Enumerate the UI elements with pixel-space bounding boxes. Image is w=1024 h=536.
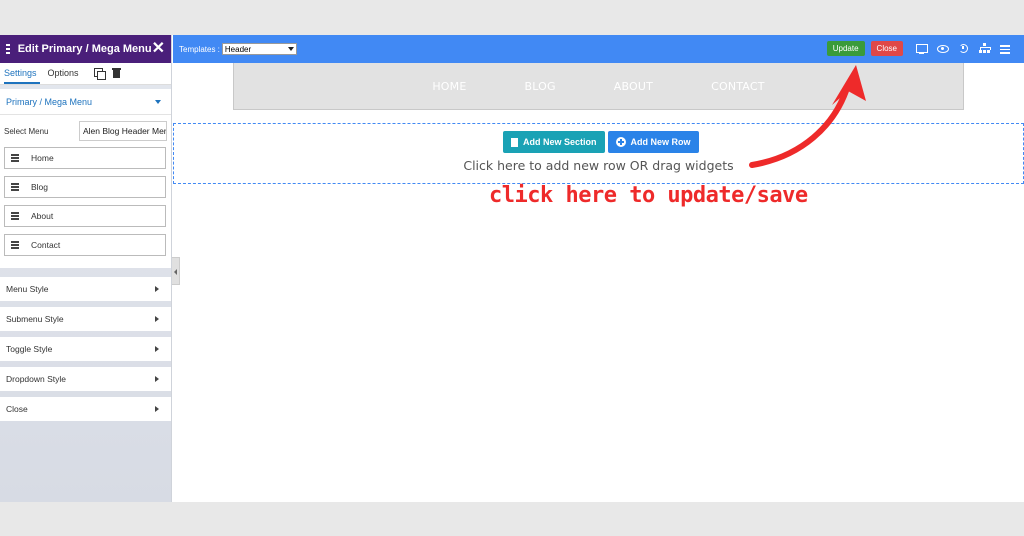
accordion-label: Submenu Style	[6, 314, 64, 324]
close-icon[interactable]: ✕	[152, 41, 165, 57]
caret-right-icon	[155, 316, 159, 322]
menu-item-label: About	[31, 211, 54, 221]
add-new-section-label: Add New Section	[523, 137, 597, 147]
update-button[interactable]: Update	[826, 41, 865, 56]
history-icon[interactable]	[958, 43, 969, 54]
annotation-arrow-icon	[749, 65, 866, 168]
menu-item-label: Blog	[31, 182, 49, 192]
accordion-toggle-style[interactable]: Toggle Style	[0, 337, 171, 361]
accordion-label: Toggle Style	[6, 344, 53, 354]
menu-item-about[interactable]: About	[4, 205, 166, 227]
templates-select[interactable]: Header	[221, 43, 297, 55]
add-new-row-label: Add New Row	[630, 137, 691, 147]
annotation-text: click here to update/save	[489, 183, 808, 208]
accordion-dropdown-style[interactable]: Dropdown Style	[0, 367, 171, 391]
collapse-sidebar-handle[interactable]	[172, 257, 180, 285]
drag-handle-icon[interactable]	[11, 211, 19, 222]
sidebar-body: Primary / Mega Menu Select Menu Alen Blo…	[0, 89, 171, 268]
add-new-row-button[interactable]: Add New Row	[607, 131, 699, 153]
caret-right-icon	[155, 286, 159, 292]
accordion-label: Close	[6, 404, 28, 414]
caret-right-icon	[155, 376, 159, 382]
nav-link-about[interactable]: ABOUT	[614, 80, 653, 93]
eye-icon[interactable]	[937, 43, 949, 54]
section-title: Primary / Mega Menu	[6, 96, 93, 107]
editor-frame: Edit Primary / Mega Menu ✕ Settings Opti…	[0, 35, 1024, 502]
tab-settings[interactable]: Settings	[4, 68, 40, 84]
plus-icon	[615, 137, 626, 147]
caret-right-icon	[155, 346, 159, 352]
select-menu-row: Select Menu Alen Blog Header Menu	[0, 115, 171, 147]
sidebar-title: Edit Primary / Mega Menu	[17, 43, 152, 55]
accordion-close[interactable]: Close	[0, 397, 171, 421]
toolbar-actions: Update Close	[826, 41, 1016, 56]
select-menu-dropdown[interactable]: Alen Blog Header Menu	[79, 121, 167, 141]
menu-icon[interactable]	[1000, 43, 1011, 54]
dropzone-hint: Click here to add new row OR drag widget…	[463, 158, 734, 173]
caret-down-icon	[155, 99, 161, 104]
drag-handle-icon[interactable]	[11, 182, 19, 193]
document-icon	[511, 137, 518, 147]
templates-label: Templates :	[179, 44, 220, 54]
accordion-submenu-style[interactable]: Submenu Style	[0, 307, 171, 331]
menu-item-label: Home	[31, 153, 54, 163]
caret-right-icon	[155, 406, 159, 412]
select-menu-label: Select Menu	[4, 126, 49, 136]
menu-item-contact[interactable]: Contact	[4, 234, 166, 256]
sidebar-tabs: Settings Options	[0, 63, 171, 85]
templates-select-value: Header	[224, 44, 252, 54]
dropzone-buttons: Add New Section Add New Row	[503, 131, 702, 153]
trash-icon[interactable]	[111, 68, 122, 78]
hamburger-icon[interactable]	[6, 42, 10, 56]
close-button[interactable]: Close	[870, 41, 903, 56]
menu-item-home[interactable]: Home	[4, 147, 166, 169]
tab-options[interactable]: Options	[48, 68, 82, 84]
menu-item-blog[interactable]: Blog	[4, 176, 166, 198]
sitemap-icon[interactable]	[979, 43, 991, 54]
accordion-label: Menu Style	[6, 284, 49, 294]
chevron-down-icon	[287, 47, 294, 51]
nav-link-home[interactable]: HOME	[432, 80, 466, 93]
sidebar: Edit Primary / Mega Menu ✕ Settings Opti…	[0, 35, 172, 502]
copy-icon[interactable]	[93, 68, 106, 80]
section-header[interactable]: Primary / Mega Menu	[0, 89, 171, 115]
sidebar-header: Edit Primary / Mega Menu ✕	[0, 35, 171, 63]
accordion-menu-style[interactable]: Menu Style	[0, 277, 171, 301]
menu-item-label: Contact	[31, 240, 61, 250]
nav-link-blog[interactable]: BLOG	[525, 80, 556, 93]
drop-zone[interactable]: Add New Section Add New Row Click here t…	[173, 123, 1024, 184]
drag-handle-icon[interactable]	[11, 240, 19, 251]
monitor-icon[interactable]	[916, 43, 928, 54]
top-toolbar: Templates : Header Update Close	[173, 35, 1024, 63]
drag-handle-icon[interactable]	[11, 153, 19, 164]
menu-items-list: Home Blog About Contact	[0, 147, 171, 268]
accordion-label: Dropdown Style	[6, 374, 67, 384]
add-new-section-button[interactable]: Add New Section	[503, 131, 605, 153]
